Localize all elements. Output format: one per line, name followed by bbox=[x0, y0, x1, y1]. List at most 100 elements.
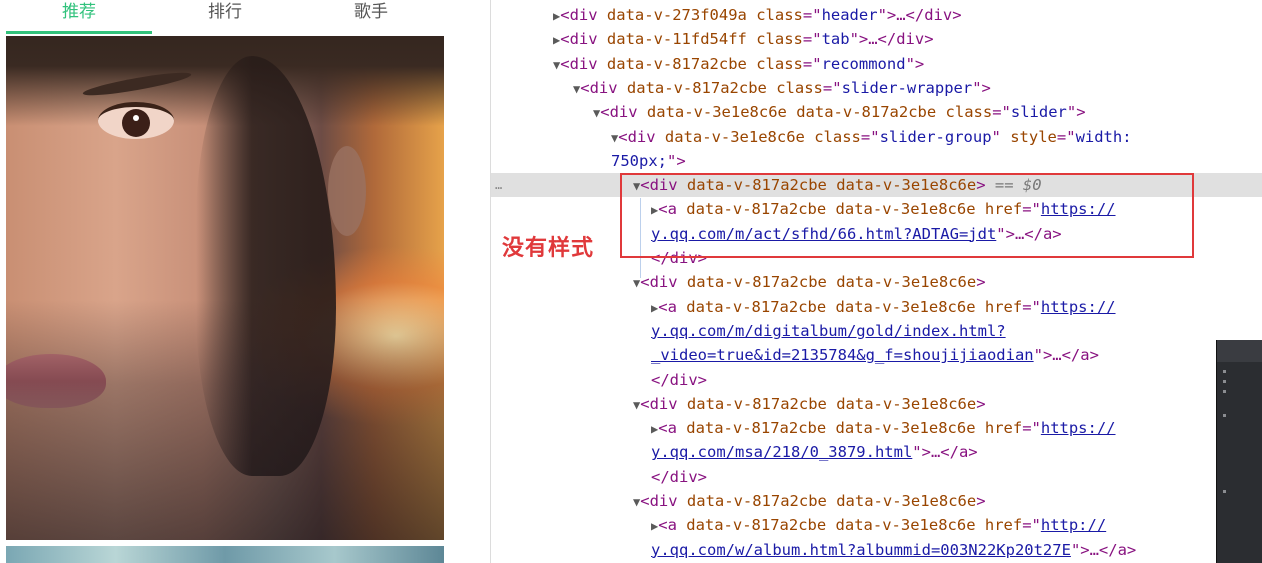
token-tag: =" bbox=[802, 54, 822, 73]
token-tag: =" bbox=[860, 127, 880, 146]
dom-node-line[interactable]: 750px;"> bbox=[491, 149, 1262, 173]
token-link[interactable]: http:// bbox=[1041, 516, 1106, 534]
token-attr: data-v-817a2cbe data-v-3e1e8c6e bbox=[686, 516, 985, 535]
dom-node-text: </div> bbox=[651, 368, 707, 392]
banner-photo-ear bbox=[328, 146, 366, 236]
dom-node-line[interactable]: </div> bbox=[491, 465, 1262, 489]
dom-node-text: ▶<div data-v-273f049a class="header">…</… bbox=[553, 3, 962, 28]
token-val: slider-group bbox=[879, 127, 992, 146]
dom-node-text: 750px;"> bbox=[611, 149, 686, 173]
token-tag: <div bbox=[640, 273, 687, 292]
mobile-preview: 推荐 排行 歌手 bbox=[0, 0, 447, 563]
dom-node-line[interactable]: ▼<div data-v-3e1e8c6e data-v-817a2cbe cl… bbox=[491, 100, 1262, 124]
token-tag: <a bbox=[658, 419, 687, 438]
dom-node-line[interactable]: ▼<div data-v-817a2cbe data-v-3e1e8c6e> bbox=[491, 392, 1262, 416]
dom-node-line[interactable]: ▼<div data-v-817a2cbe data-v-3e1e8c6e> bbox=[491, 270, 1262, 294]
token-tag: =" bbox=[1022, 297, 1041, 316]
tab-rank[interactable]: 排行 bbox=[152, 0, 298, 34]
token-tag: =" bbox=[1022, 516, 1041, 535]
token-attr: data-v-3e1e8c6e data-v-817a2cbe bbox=[646, 103, 946, 122]
dom-node-line[interactable]: ▶<a data-v-817a2cbe data-v-3e1e8c6e href… bbox=[491, 295, 1262, 319]
banner-photo-shade bbox=[6, 300, 444, 540]
token-attr: data-v-273f049a bbox=[606, 6, 757, 24]
token-attr: href bbox=[984, 516, 1023, 535]
token-val: slider-wrapper bbox=[841, 78, 973, 97]
annotation-highlight-box bbox=[620, 173, 1194, 258]
dom-node-text: ▼<div data-v-3e1e8c6e data-v-817a2cbe cl… bbox=[593, 100, 1086, 125]
dom-node-line[interactable]: </div> bbox=[491, 368, 1262, 392]
tab-singer[interactable]: 歌手 bbox=[298, 0, 444, 34]
dom-node-line[interactable]: y.qq.com/w/album.html?albummid=003N22Kp2… bbox=[491, 538, 1262, 562]
token-tag: ">…</a> bbox=[1033, 346, 1099, 365]
editor-thumbnail-dot bbox=[1223, 414, 1226, 417]
token-link[interactable]: https:// bbox=[1041, 298, 1116, 316]
dom-node-line[interactable]: _video=true&id=2135784&g_f=shoujijiaodia… bbox=[491, 343, 1262, 367]
token-tag: <div bbox=[580, 78, 627, 97]
banner-photo-eye bbox=[98, 102, 174, 139]
banner-photo-glint bbox=[133, 115, 139, 121]
editor-thumbnail-dot bbox=[1223, 380, 1226, 383]
token-attr: href bbox=[984, 297, 1023, 316]
annotation-note: 没有样式 bbox=[502, 235, 595, 261]
more-dots-icon[interactable]: … bbox=[495, 173, 503, 197]
dom-node-text: y.qq.com/m/digitalbum/gold/index.html? bbox=[651, 319, 1006, 343]
dom-node-text: ▼<div data-v-817a2cbe data-v-3e1e8c6e> bbox=[633, 392, 986, 417]
dom-node-text: ▼<div data-v-817a2cbe data-v-3e1e8c6e> bbox=[633, 270, 986, 295]
token-tag: <div bbox=[600, 103, 647, 122]
token-attr: data-v-817a2cbe bbox=[626, 78, 777, 97]
dom-node-text: ▼<div data-v-3e1e8c6e class="slider-grou… bbox=[611, 125, 1132, 150]
token-attr: class bbox=[945, 103, 993, 122]
token-link[interactable]: y.qq.com/w/album.html?albummid=003N22Kp2… bbox=[651, 541, 1071, 559]
tab-recommend[interactable]: 推荐 bbox=[6, 0, 152, 34]
token-tag: </div> bbox=[651, 370, 707, 389]
token-tag: <div bbox=[618, 127, 665, 146]
dom-node-text: y.qq.com/w/album.html?albummid=003N22Kp2… bbox=[651, 538, 1136, 562]
slider-next-image[interactable] bbox=[6, 546, 444, 563]
token-attr: class bbox=[814, 127, 861, 146]
dom-node-text: ▼<div data-v-817a2cbe class="recommond"> bbox=[553, 52, 924, 77]
token-tag: =" bbox=[992, 103, 1011, 122]
token-tag: ">…</div> bbox=[849, 30, 934, 49]
dom-node-line[interactable]: ▶<a data-v-817a2cbe data-v-3e1e8c6e href… bbox=[491, 513, 1262, 537]
token-tag: <a bbox=[658, 297, 687, 316]
banner-photo-iris bbox=[122, 109, 150, 137]
editor-thumbnail-dot bbox=[1223, 490, 1226, 493]
editor-thumbnail-titlebar bbox=[1217, 340, 1262, 362]
token-tag: <div bbox=[560, 54, 607, 73]
dom-node-line[interactable]: y.qq.com/m/digitalbum/gold/index.html? bbox=[491, 319, 1262, 343]
tab-bar: 推荐 排行 歌手 bbox=[6, 0, 444, 34]
token-link[interactable]: _video=true&id=2135784&g_f=shoujijiaodia… bbox=[651, 346, 1034, 364]
token-tag: " bbox=[991, 127, 1011, 146]
token-val: 750px; bbox=[611, 151, 667, 170]
dom-node-line[interactable]: ▼<div data-v-817a2cbe data-v-3e1e8c6e> bbox=[491, 489, 1262, 513]
token-link[interactable]: https:// bbox=[1041, 419, 1116, 437]
dom-node-line[interactable]: y.qq.com/msa/218/0_3879.html">…</a> bbox=[491, 440, 1262, 464]
token-link[interactable]: y.qq.com/m/digitalbum/gold/index.html? bbox=[651, 322, 1006, 340]
token-tag: =" bbox=[1056, 127, 1076, 146]
dom-node-text: y.qq.com/msa/218/0_3879.html">…</a> bbox=[651, 440, 978, 464]
dom-node-text: ▶<a data-v-817a2cbe data-v-3e1e8c6e href… bbox=[651, 513, 1106, 538]
dom-node-line[interactable]: ▶<a data-v-817a2cbe data-v-3e1e8c6e href… bbox=[491, 416, 1262, 440]
dom-node-line[interactable]: ▶<div data-v-273f049a class="header">…</… bbox=[491, 3, 1262, 27]
dom-node-line[interactable]: ▶<div data-v-11fd54ff class="tab">…</div… bbox=[491, 27, 1262, 51]
token-tag: "> bbox=[905, 54, 925, 73]
token-tag: > bbox=[976, 273, 986, 292]
dom-node-text: ▶<div data-v-11fd54ff class="tab">…</div… bbox=[553, 27, 934, 52]
token-val: recommond bbox=[821, 54, 906, 73]
token-tag: <a bbox=[658, 516, 687, 535]
editor-thumbnail-dot bbox=[1223, 390, 1226, 393]
slider-banner-image[interactable] bbox=[6, 36, 444, 540]
editor-thumbnail-dot bbox=[1223, 370, 1226, 373]
dom-node-line[interactable]: ▼<div data-v-817a2cbe class="slider-wrap… bbox=[491, 76, 1262, 100]
token-attr: data-v-817a2cbe bbox=[606, 54, 757, 73]
token-tag: ">…</div> bbox=[877, 6, 962, 24]
dom-node-line[interactable]: ▼<div data-v-817a2cbe class="recommond"> bbox=[491, 52, 1262, 76]
token-tag: ">…</a> bbox=[1070, 540, 1137, 559]
dom-node-line[interactable]: ▼<div data-v-3e1e8c6e class="slider-grou… bbox=[491, 125, 1262, 149]
token-tag: "> bbox=[1066, 103, 1086, 122]
token-tag: <div bbox=[640, 394, 687, 413]
token-link[interactable]: y.qq.com/msa/218/0_3879.html bbox=[651, 443, 912, 461]
dom-node-text: ▼<div data-v-817a2cbe data-v-3e1e8c6e> bbox=[633, 489, 986, 514]
editor-thumbnail bbox=[1216, 340, 1262, 563]
token-attr: data-v-817a2cbe data-v-3e1e8c6e bbox=[686, 419, 985, 438]
